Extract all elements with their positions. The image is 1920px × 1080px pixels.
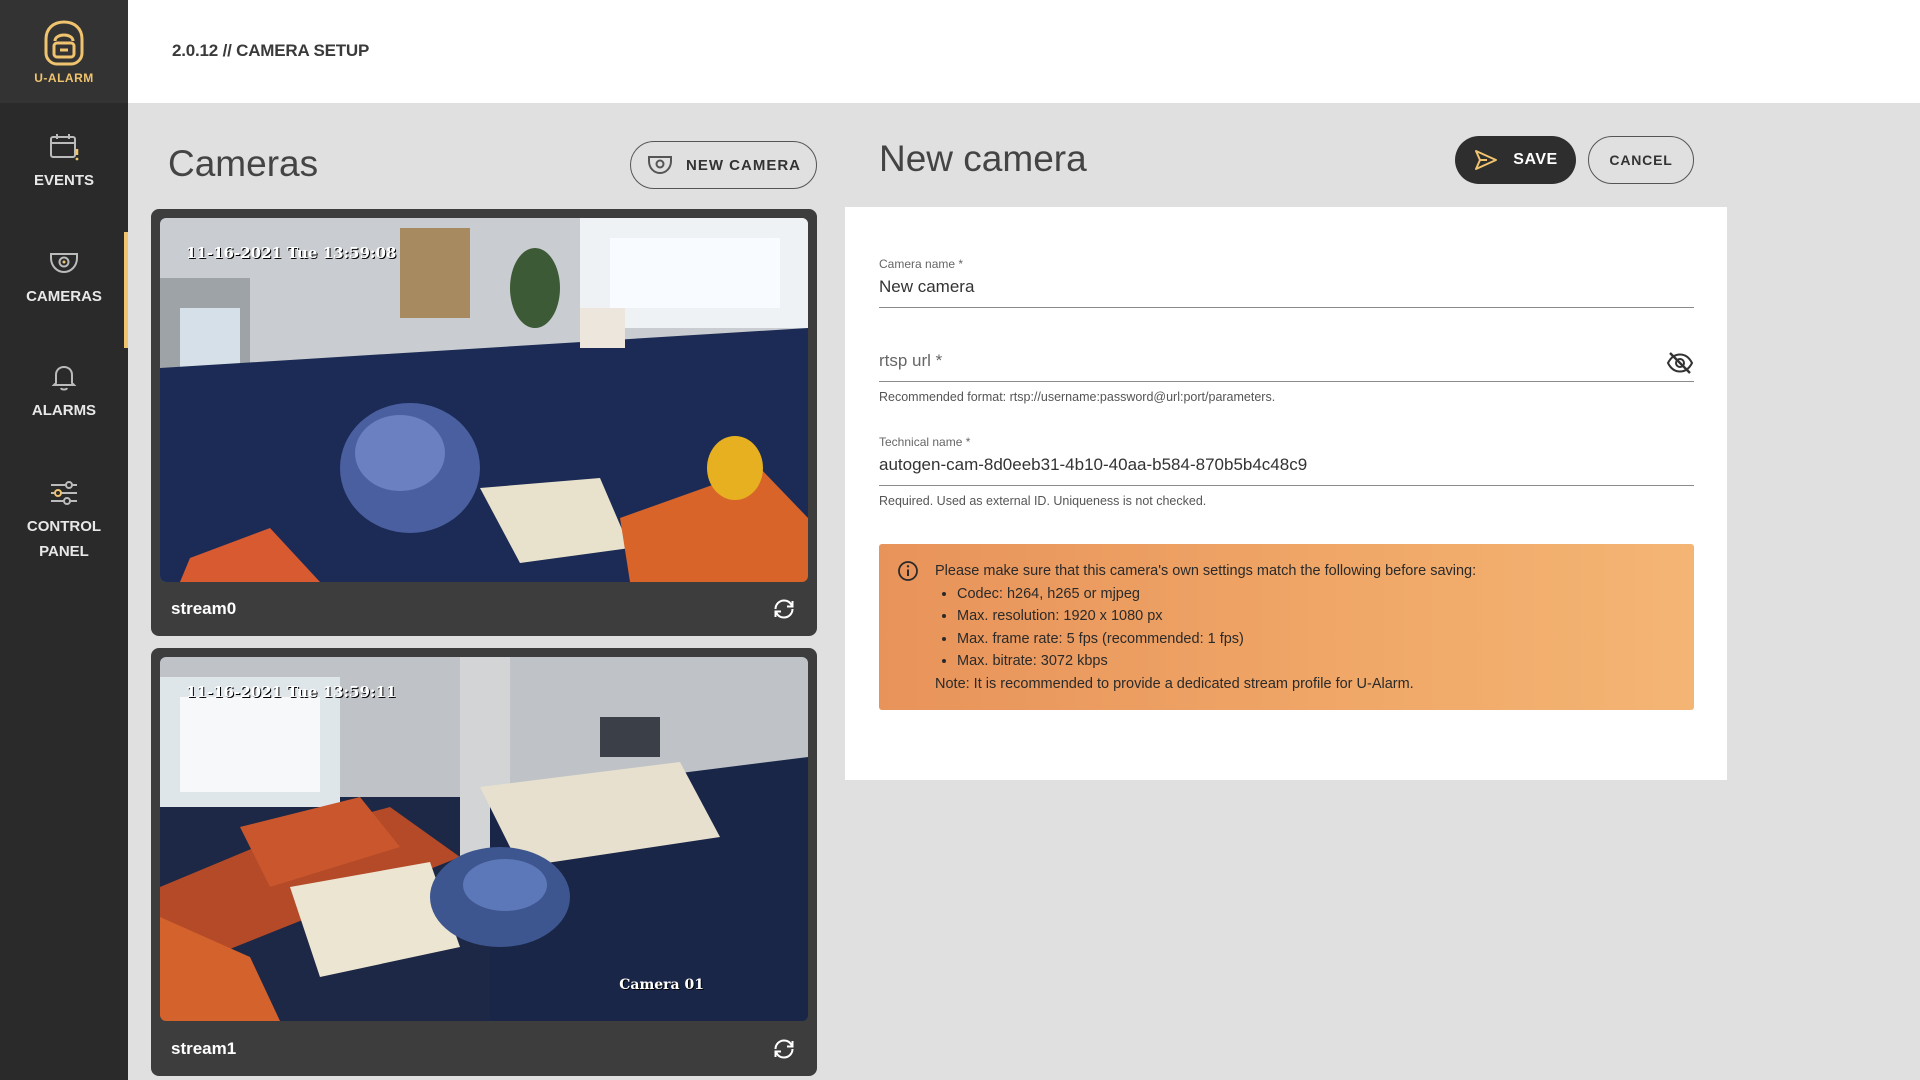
camera-card[interactable]: 11-16-2021 Tue 13:59:11 Camera 01 stream…	[151, 648, 817, 1076]
logo-text: U-ALARM	[34, 70, 94, 85]
technical-name-input[interactable]	[879, 449, 1694, 486]
send-icon	[1475, 150, 1498, 170]
calendar-alert-icon	[50, 134, 79, 161]
rtsp-url-input[interactable]	[879, 345, 1694, 382]
camera-form: Camera name * Recommended format: rtsp:/…	[845, 207, 1727, 780]
technical-name-label: Technical name *	[879, 435, 971, 449]
camera-preview-image	[160, 218, 808, 582]
camera-timestamp: 11-16-2021 Tue 13:59:08	[186, 244, 397, 262]
nav-label-alarms: ALARMS	[31, 402, 97, 419]
info-icon	[898, 561, 918, 581]
nav-item-cameras[interactable]: CAMERAS	[0, 232, 128, 348]
camera-footer: stream1	[151, 1022, 817, 1076]
camera-name-label: Camera name *	[879, 257, 964, 271]
warning-item: Max. frame rate: 5 fps (recommended: 1 f…	[957, 628, 1674, 651]
warning-intro: Please make sure that this camera's own …	[935, 563, 1477, 579]
camera-name-field: Camera name *	[879, 257, 1694, 308]
warning-item: Max. bitrate: 3072 kbps	[957, 650, 1674, 673]
camera-stream-name: stream1	[171, 1039, 237, 1058]
top-header: 2.0.12 // CAMERA SETUP	[128, 0, 1920, 103]
warning-item: Max. resolution: 1920 x 1080 px	[957, 605, 1674, 628]
warning-note: Note: It is recommended to provide a ded…	[935, 675, 1414, 692]
warning-item: Codec: h264, h265 or mjpeg	[957, 583, 1674, 606]
camera-card[interactable]: 11-16-2021 Tue 13:59:08 stream0	[151, 209, 817, 636]
nav-label-control: CONTROL	[26, 518, 102, 535]
technical-name-field: Technical name * Required. Used as exter…	[879, 435, 1694, 508]
warning-list: Codec: h264, h265 or mjpeg Max. resoluti…	[935, 583, 1674, 673]
form-title: New camera	[879, 138, 1087, 179]
cancel-label: CANCEL	[1609, 152, 1673, 168]
refresh-icon[interactable]	[771, 596, 797, 622]
rtsp-url-helper: Recommended format: rtsp://username:pass…	[879, 390, 1276, 404]
cctv-camera-icon	[648, 156, 672, 175]
camera-preview[interactable]: 11-16-2021 Tue 13:59:11 Camera 01	[160, 657, 808, 1021]
sliders-icon	[51, 481, 77, 505]
camera-overlay-label: Camera 01	[619, 977, 704, 993]
sidebar: U-ALARM EVENTS CAMERAS ALARMS CONTROL PA…	[0, 0, 128, 1080]
nav-item-control-panel[interactable]: CONTROL PANEL	[0, 476, 128, 564]
save-label: SAVE	[1513, 151, 1558, 168]
camera-preview-image	[160, 657, 808, 1021]
nav-item-events[interactable]: EVENTS	[0, 130, 128, 193]
breadcrumb: 2.0.12 // CAMERA SETUP	[172, 41, 370, 60]
camera-preview[interactable]: 11-16-2021 Tue 13:59:08	[160, 218, 808, 582]
nav-label-cameras: CAMERAS	[26, 288, 102, 305]
eye-off-icon[interactable]	[1666, 349, 1694, 377]
refresh-icon[interactable]	[771, 1036, 797, 1062]
camera-name-input[interactable]	[879, 271, 1694, 308]
save-button[interactable]: SAVE	[1455, 136, 1576, 184]
nav-label-events: EVENTS	[33, 172, 94, 189]
bell-icon	[51, 365, 77, 391]
cancel-button[interactable]: CANCEL	[1588, 136, 1694, 184]
rtsp-url-field: Recommended format: rtsp://username:pass…	[879, 345, 1694, 404]
app-logo[interactable]: U-ALARM	[0, 0, 128, 103]
new-camera-button[interactable]: NEW CAMERA	[630, 141, 817, 189]
camera-timestamp: 11-16-2021 Tue 13:59:11	[186, 683, 397, 701]
camera-stream-name: stream0	[171, 599, 237, 618]
nav-item-alarms[interactable]: ALARMS	[0, 360, 128, 423]
settings-warning: Please make sure that this camera's own …	[879, 544, 1694, 710]
technical-name-helper: Required. Used as external ID. Uniquenes…	[879, 494, 1207, 508]
cctv-camera-icon	[50, 253, 78, 274]
cameras-title: Cameras	[168, 143, 319, 184]
new-camera-label: NEW CAMERA	[686, 156, 801, 174]
shield-lock-logo-icon	[44, 19, 84, 65]
camera-footer: stream0	[151, 582, 817, 636]
nav-label-panel: PANEL	[39, 543, 89, 560]
